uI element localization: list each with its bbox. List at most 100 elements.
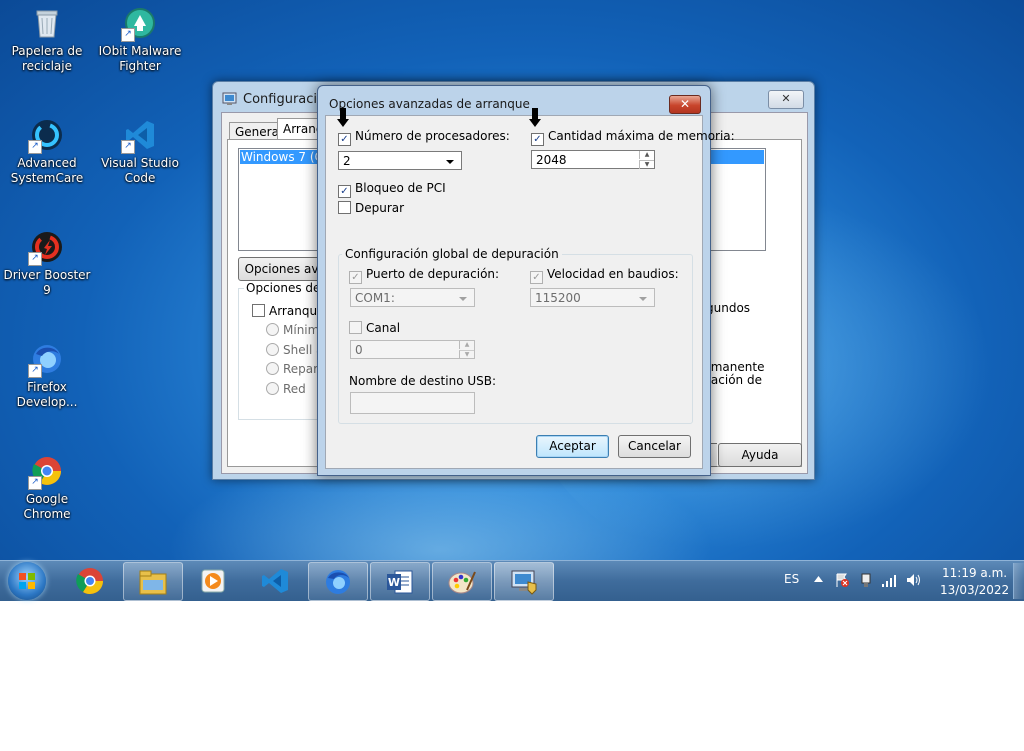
- baud-rate-value: 115200: [535, 291, 581, 305]
- radio-label: Red: [283, 382, 306, 396]
- shortcut-arrow-icon: ↗: [28, 476, 42, 490]
- checkbox-box[interactable]: [338, 201, 351, 214]
- clock-date[interactable]: 13/03/2022: [940, 583, 1009, 597]
- num-processors-select[interactable]: 2: [338, 151, 462, 170]
- checkbox-box[interactable]: ✓: [349, 271, 362, 284]
- dialog-close-button[interactable]: ✕: [669, 95, 701, 114]
- desktop-icon-label: Advanced SystemCare: [10, 156, 84, 185]
- num-processors-label: Número de procesadores:: [355, 129, 510, 143]
- radio-circle[interactable]: [266, 362, 279, 375]
- shortcut-arrow-icon: ↗: [121, 140, 135, 154]
- close-button[interactable]: ✕: [768, 90, 804, 109]
- desktop-icon-iobit[interactable]: ↗ IObit Malware Fighter: [94, 6, 186, 74]
- baud-rate-select[interactable]: 115200: [530, 288, 655, 307]
- radio-circle[interactable]: [266, 323, 279, 336]
- pci-lock-label: Bloqueo de PCI: [355, 181, 446, 195]
- desktop-icon-driver-booster[interactable]: ↗ Driver Booster 9: [1, 230, 93, 298]
- clock-time[interactable]: 11:19 a.m.: [942, 566, 1007, 580]
- spin-up-icon[interactable]: ▲: [639, 151, 654, 159]
- spin-up-icon[interactable]: ▲: [459, 341, 474, 349]
- checkbox-box[interactable]: ✓: [338, 133, 351, 146]
- debug-checkbox[interactable]: Depurar: [338, 201, 404, 215]
- channel-value: 0: [355, 343, 363, 357]
- checkbox-box[interactable]: [349, 321, 362, 334]
- chrome-icon: [76, 568, 104, 595]
- hidden-button-edge[interactable]: [710, 443, 717, 467]
- max-memory-value: 2048: [536, 153, 567, 167]
- help-button[interactable]: Ayuda: [718, 443, 802, 467]
- recycle-bin-icon: [30, 6, 64, 40]
- show-hidden-icons-icon[interactable]: [814, 576, 823, 582]
- language-indicator[interactable]: ES: [784, 572, 799, 586]
- system-config-icon: [222, 91, 238, 111]
- checkbox-box[interactable]: [252, 304, 265, 317]
- safely-remove-hardware-icon[interactable]: [858, 572, 874, 588]
- radio-circle[interactable]: [266, 343, 279, 356]
- dialog-client: ✓ Número de procesadores: 2 ✓ Cantidad máx…: [325, 115, 735, 469]
- chevron-down-icon: [639, 297, 647, 301]
- channel-checkbox[interactable]: Canal: [349, 321, 400, 335]
- show-desktop-button[interactable]: [1013, 563, 1024, 599]
- shortcut-arrow-icon: ↗: [28, 140, 42, 154]
- debug-settings-group-label: Configuración global de depuración: [342, 247, 562, 261]
- taskbar-paint[interactable]: [432, 562, 492, 601]
- taskbar-system-config[interactable]: [494, 562, 554, 601]
- usb-target-label: Nombre de destino USB:: [349, 374, 497, 388]
- desktop-icon-advanced-systemcare[interactable]: ↗ Advanced SystemCare: [1, 118, 93, 186]
- paint-icon: [448, 571, 476, 594]
- taskbar-chrome[interactable]: [61, 562, 119, 599]
- desktop-icon-recycle-bin[interactable]: Papelera de reciclaje: [1, 6, 93, 74]
- taskbar-vscode[interactable]: [246, 562, 304, 599]
- baud-rate-checkbox[interactable]: ✓ Velocidad en baudios:: [530, 267, 679, 284]
- desktop-icon-chrome[interactable]: ↗ Google Chrome: [1, 454, 93, 522]
- radio-circle[interactable]: [266, 382, 279, 395]
- channel-spinner[interactable]: 0 ▲ ▼: [350, 340, 475, 359]
- desktop-icon-label: Google Chrome: [23, 492, 71, 521]
- desktop-icon-firefox-developer[interactable]: ↗ Firefox Develop...: [1, 342, 93, 410]
- vscode-icon: [262, 569, 288, 593]
- max-memory-checkbox[interactable]: ✓ Cantidad máxima de memoria:: [531, 129, 735, 146]
- shortcut-arrow-icon: ↗: [121, 28, 135, 42]
- taskbar-file-explorer[interactable]: [123, 562, 183, 601]
- os-entry-label: Windows 7 (C:: [241, 150, 327, 164]
- num-processors-checkbox[interactable]: ✓ Número de procesadores:: [338, 129, 510, 146]
- spin-down-icon[interactable]: ▼: [639, 160, 654, 169]
- usb-target-input[interactable]: [350, 392, 475, 414]
- firefox-icon: [326, 570, 350, 594]
- svg-text:W: W: [388, 576, 400, 589]
- shortcut-arrow-icon: ↗: [28, 364, 42, 378]
- desktop-icon-vscode[interactable]: ↗ Visual Studio Code: [94, 118, 186, 186]
- pci-lock-checkbox[interactable]: ✓ Bloqueo de PCI: [338, 181, 446, 198]
- chevron-down-icon: [446, 160, 454, 164]
- radio-repair[interactable]: Repar: [266, 362, 318, 376]
- word-icon: W: [387, 570, 413, 594]
- desktop-icon-label: Driver Booster 9: [3, 268, 91, 297]
- checkbox-box[interactable]: ✓: [530, 271, 543, 284]
- checkbox-box[interactable]: ✓: [338, 185, 351, 198]
- radio-shell[interactable]: Shell a: [266, 343, 323, 357]
- ok-button[interactable]: Aceptar: [536, 435, 609, 458]
- radio-network[interactable]: Red: [266, 382, 306, 396]
- debug-port-checkbox[interactable]: ✓ Puerto de depuración:: [349, 267, 499, 284]
- spin-down-icon[interactable]: ▼: [459, 350, 474, 359]
- desktop-icon-label: Firefox Develop...: [16, 380, 78, 409]
- debug-port-select[interactable]: COM1:: [350, 288, 475, 307]
- max-memory-spinner[interactable]: 2048 ▲ ▼: [531, 150, 655, 169]
- timeout-seconds-label: gundos: [706, 301, 751, 315]
- debug-label: Depurar: [355, 201, 405, 215]
- taskbar-firefox[interactable]: [308, 562, 368, 601]
- down-arrow-marker-icon: [337, 108, 349, 127]
- taskbar-word[interactable]: W: [370, 562, 430, 601]
- safe-boot-checkbox[interactable]: Arranque: [252, 304, 324, 318]
- desktop-icon-label: Visual Studio Code: [101, 156, 179, 185]
- checkbox-box[interactable]: ✓: [531, 133, 544, 146]
- network-signal-icon[interactable]: [881, 572, 899, 588]
- action-center-flag-icon[interactable]: [834, 572, 850, 588]
- system-config-icon: [511, 570, 537, 595]
- baud-rate-label: Velocidad en baudios:: [547, 267, 679, 281]
- start-button[interactable]: [8, 562, 46, 600]
- volume-icon[interactable]: [905, 572, 923, 588]
- num-processors-value: 2: [343, 154, 351, 168]
- cancel-button[interactable]: Cancelar: [618, 435, 691, 458]
- taskbar-media-player[interactable]: [185, 562, 243, 599]
